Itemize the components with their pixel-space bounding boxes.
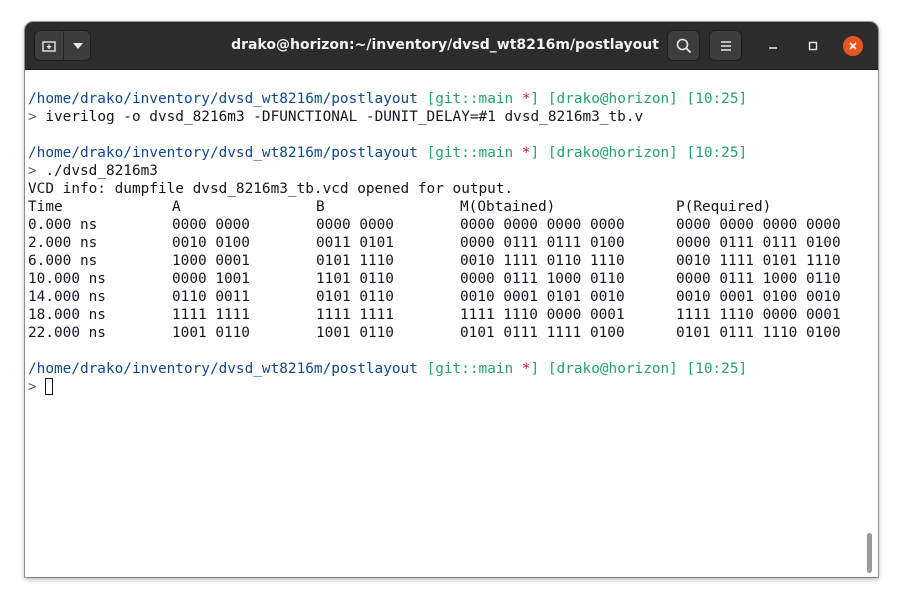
prompt-time: [10:25] — [686, 91, 748, 107]
prompt-symbol: > — [28, 163, 37, 179]
prompt-git: [git::main — [426, 145, 522, 161]
minimize-button[interactable] — [763, 36, 783, 56]
prompt-user: [drako@horizon] — [547, 145, 678, 161]
close-button[interactable] — [843, 36, 863, 56]
header-a: A — [172, 199, 181, 215]
hamburger-menu-icon — [720, 40, 731, 51]
maximize-icon — [808, 41, 818, 51]
menu-button[interactable] — [709, 30, 742, 61]
titlebar: drako@horizon:~/inventory/dvsd_wt8216m/p… — [25, 22, 878, 70]
header-time: Time — [28, 199, 63, 215]
prompt-path: /home/drako/inventory/dvsd_wt8216m/postl… — [28, 91, 418, 107]
prompt-path: /home/drako/inventory/dvsd_wt8216m/postl… — [28, 361, 418, 377]
scrollbar-thumb[interactable] — [867, 533, 872, 573]
prompt-git: [git::main — [426, 361, 522, 377]
header-p: P(Required) — [676, 199, 772, 215]
maximize-button[interactable] — [803, 36, 823, 56]
prompt-time: [10:25] — [686, 361, 748, 377]
new-tab-group — [34, 30, 91, 61]
search-icon — [676, 38, 691, 53]
new-tab-icon — [41, 40, 56, 52]
prompt-line: /home/drako/inventory/dvsd_wt8216m/postl… — [28, 361, 748, 377]
prompt-git-dirty: * — [521, 361, 531, 377]
close-icon — [849, 42, 857, 50]
table-row: 18.000 ns 1111 1111 1111 1111 1111 1110 … — [28, 307, 841, 323]
prompt-git-dirty: * — [521, 91, 531, 107]
dropdown-icon — [72, 42, 83, 49]
prompt-user: [drako@horizon] — [547, 361, 678, 377]
prompt-time: [10:25] — [686, 145, 748, 161]
header-m: M(Obtained) — [460, 199, 556, 215]
window-title: drako@horizon:~/inventory/dvsd_wt8216m/p… — [231, 37, 659, 53]
tab-menu-button[interactable] — [64, 30, 91, 61]
vcd-info-line: VCD info: dumpfile dvsd_8216m3_tb.vcd op… — [28, 181, 514, 197]
table-row: 14.000 ns 0110 0011 0101 0110 0010 0001 … — [28, 289, 841, 305]
terminal-area[interactable]: /home/drako/inventory/dvsd_wt8216m/postl… — [25, 70, 878, 577]
terminal-output: /home/drako/inventory/dvsd_wt8216m/postl… — [28, 90, 841, 396]
table-row: 10.000 ns 0000 1001 1101 0110 0000 0111 … — [28, 271, 841, 287]
prompt-symbol: > — [28, 379, 37, 395]
text-cursor — [44, 378, 53, 395]
command-text: iverilog -o dvsd_8216m3 -DFUNCTIONAL -DU… — [36, 109, 644, 125]
prompt-symbol: > — [28, 109, 37, 125]
active-command-line[interactable]: > — [28, 378, 747, 396]
header-b: B — [316, 199, 325, 215]
command-text: ./dvsd_8216m3 — [36, 163, 158, 179]
prompt-path: /home/drako/inventory/dvsd_wt8216m/postl… — [28, 145, 418, 161]
prompt-git: [git::main — [426, 91, 522, 107]
table-row: 2.000 ns 0010 0100 0011 0101 0000 0111 0… — [28, 235, 841, 251]
command-line: > ./dvsd_8216m3 — [28, 162, 747, 180]
search-button[interactable] — [667, 30, 700, 61]
prompt-user: [drako@horizon] — [547, 91, 678, 107]
prompt-line: /home/drako/inventory/dvsd_wt8216m/postl… — [28, 91, 748, 107]
command-line: > iverilog -o dvsd_8216m3 -DFUNCTIONAL -… — [28, 108, 747, 126]
prompt-git-dirty: * — [521, 145, 531, 161]
prompt-line: /home/drako/inventory/dvsd_wt8216m/postl… — [28, 145, 748, 161]
new-tab-button[interactable] — [34, 30, 63, 61]
table-row: 22.000 ns 1001 0110 1001 0110 0101 0111 … — [28, 325, 841, 341]
table-row: 6.000 ns 1000 0001 0101 1110 0010 1111 0… — [28, 253, 841, 269]
terminal-window: drako@horizon:~/inventory/dvsd_wt8216m/p… — [25, 22, 878, 577]
table-row: 0.000 ns 0000 0000 0000 0000 0000 0000 0… — [28, 217, 841, 233]
table-header: Time A B M(Obtained) P(Required) — [28, 198, 771, 216]
minimize-icon — [769, 47, 777, 49]
